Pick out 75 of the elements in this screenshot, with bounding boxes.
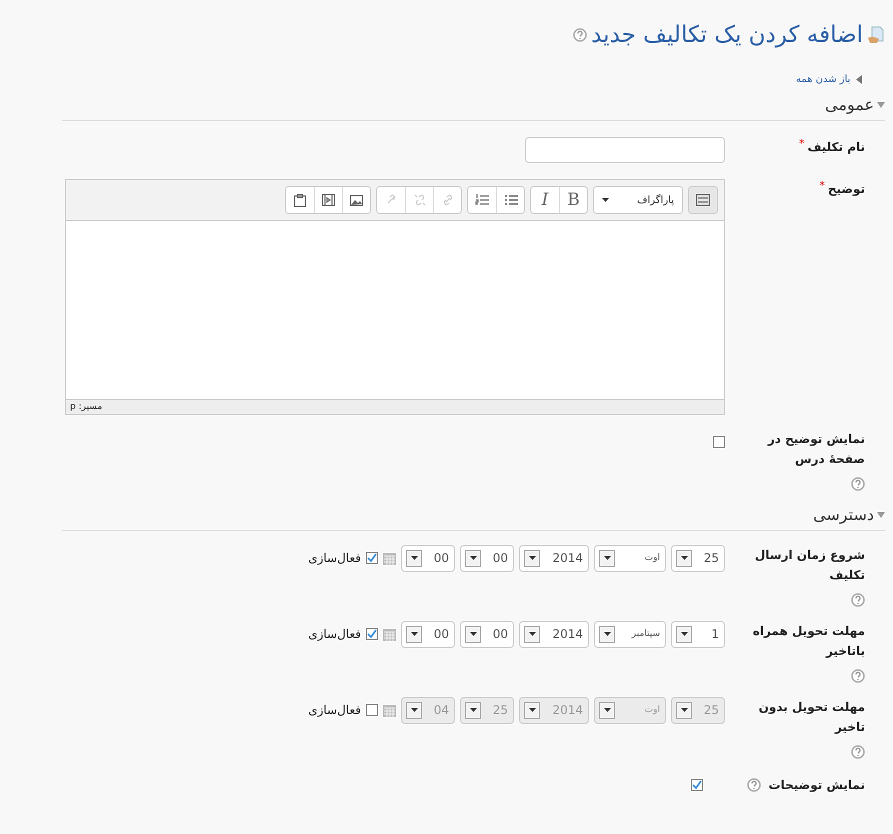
bullets-button[interactable] <box>496 187 524 213</box>
input-field[interactable] <box>525 137 725 163</box>
enable-label: فعال‌سازی <box>308 627 361 641</box>
enable-label: فعال‌سازی <box>308 551 361 565</box>
bold-button[interactable]: B <box>559 187 587 213</box>
section-title: دسترسی <box>813 505 874 524</box>
calendar-icon[interactable] <box>383 552 396 564</box>
calendar-icon[interactable] <box>383 628 396 640</box>
date-select[interactable]: اوت <box>594 544 666 572</box>
field-label: نمایش توضیحات <box>768 777 865 794</box>
caret-icon <box>604 632 610 636</box>
field-label: توضیح <box>828 181 865 198</box>
section-title: عمومی <box>825 95 874 114</box>
field-label: مهلت تحویل بدون تاخیر <box>758 699 865 736</box>
caret-icon <box>604 556 610 560</box>
required-mark: * <box>819 179 825 194</box>
caret-icon <box>470 556 476 560</box>
checkbox[interactable] <box>366 628 378 640</box>
date-select[interactable]: 1 <box>671 620 725 648</box>
enable-label: فعال‌سازی <box>308 703 361 717</box>
checkbox[interactable] <box>366 552 378 564</box>
collapse-icon[interactable] <box>877 512 885 518</box>
help-icon[interactable] <box>851 745 865 759</box>
arrow-icon <box>856 75 862 84</box>
page-title: اضافه کردن یک تکالیف جدید <box>591 22 863 48</box>
editor-path: مسیر: p <box>70 402 102 412</box>
checkbox[interactable] <box>690 779 703 791</box>
field-label: شروع زمان ارسال تکلیف <box>754 547 865 584</box>
required-mark: * <box>798 137 804 152</box>
link-icon <box>442 194 454 206</box>
date-select[interactable]: 25 <box>671 544 725 572</box>
link-icon <box>385 194 397 206</box>
caret-icon <box>528 556 536 560</box>
image-button[interactable] <box>342 187 370 213</box>
caret-icon <box>680 556 688 560</box>
expand-all-link[interactable]: باز شدن همه <box>796 74 862 85</box>
checkbox[interactable] <box>713 436 725 448</box>
caret-icon <box>528 708 536 712</box>
field-label: مهلت تحویل همراه باتاخیر <box>752 623 865 660</box>
checkbox[interactable] <box>366 704 378 716</box>
help-icon[interactable] <box>851 593 865 607</box>
field-label: نمایش توضیح در صفحهٔ درس <box>766 431 865 468</box>
caret-icon <box>410 708 418 712</box>
calendar-icon[interactable] <box>383 704 396 716</box>
caret-icon <box>604 708 610 712</box>
unlink-icon <box>414 194 426 206</box>
date-select[interactable]: 2014 <box>519 620 589 648</box>
caret-icon <box>528 632 536 636</box>
caret-icon <box>602 198 609 202</box>
help-icon[interactable] <box>851 669 865 683</box>
caret-icon <box>470 708 476 712</box>
film-icon <box>322 194 335 206</box>
caret-icon <box>680 708 688 712</box>
date-select[interactable]: 00 <box>401 544 455 572</box>
date-select[interactable]: سپتامبر <box>594 620 666 648</box>
caret-icon <box>410 632 418 636</box>
assignment-icon <box>867 26 885 44</box>
caret-icon <box>410 556 418 560</box>
caret-icon <box>470 632 476 636</box>
field-label: نام تکلیف <box>807 139 865 156</box>
date-select[interactable]: 2014 <box>519 544 589 572</box>
help-icon[interactable] <box>851 477 865 491</box>
date-select[interactable]: 00 <box>401 620 455 648</box>
bullet-list-icon <box>504 194 518 206</box>
date-select[interactable]: 00 <box>460 544 514 572</box>
clipboard-icon <box>294 194 306 206</box>
collapse-icon[interactable] <box>877 102 885 108</box>
help-icon[interactable] <box>746 778 761 792</box>
caret-icon <box>680 632 688 636</box>
numbered-list-icon <box>475 194 489 206</box>
toolbar-toggle-icon <box>696 194 710 206</box>
date-select[interactable]: 00 <box>460 620 514 648</box>
image-icon <box>350 194 363 206</box>
format-dropdown[interactable]: پاراگراف <box>594 187 682 213</box>
help-icon[interactable] <box>573 28 588 42</box>
